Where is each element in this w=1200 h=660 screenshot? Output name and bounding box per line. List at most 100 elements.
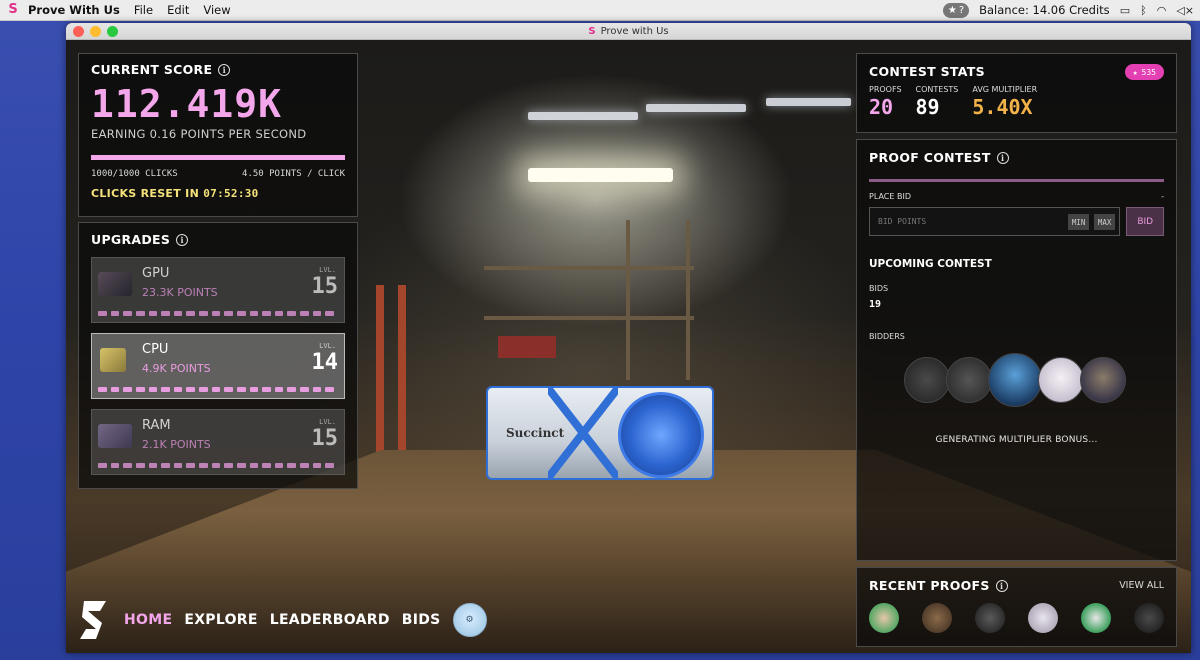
multiplier-value: 5.40X bbox=[972, 95, 1033, 119]
upcoming-contest-title: UPCOMING CONTEST bbox=[869, 258, 992, 270]
gpu-brand-label: Succinct bbox=[506, 426, 565, 440]
menu-view[interactable]: View bbox=[203, 3, 230, 17]
wifi-icon[interactable]: ◠ bbox=[1157, 4, 1167, 17]
ram-icon bbox=[98, 424, 132, 448]
recent-proof-avatars bbox=[869, 603, 1164, 633]
clicks-progress-bar bbox=[91, 155, 345, 160]
upgrade-points: 2.1K POINTS bbox=[142, 438, 211, 451]
generating-multiplier-status: GENERATING MULTIPLIER BONUS... bbox=[935, 435, 1098, 445]
bid-button[interactable]: BID bbox=[1126, 207, 1164, 236]
minimize-window-button[interactable] bbox=[90, 26, 101, 37]
bid-min-button[interactable]: MIN bbox=[1067, 214, 1090, 230]
upgrade-points: 4.9K POINTS bbox=[142, 362, 211, 375]
level-label: LVL. bbox=[319, 266, 336, 274]
info-icon[interactable]: i bbox=[176, 233, 189, 246]
upgrades-title-text: UPGRADES bbox=[91, 232, 171, 247]
upgrade-level: 15 bbox=[311, 274, 339, 299]
bidders-avatars bbox=[869, 353, 1164, 407]
ceiling-light-icon bbox=[766, 98, 851, 106]
nav-home[interactable]: HOME bbox=[124, 612, 172, 628]
clicks-count: 1000/1000 CLICKS bbox=[91, 169, 178, 179]
gpu-fan-icon bbox=[618, 392, 704, 478]
nav-bids[interactable]: BIDS bbox=[402, 612, 441, 628]
window-titlebar[interactable]: S Prove with Us bbox=[66, 23, 1191, 40]
upgrades-title: UPGRADES i bbox=[91, 232, 345, 247]
nav-leaderboard[interactable]: LEADERBOARD bbox=[270, 612, 390, 628]
menu-app-name[interactable]: Prove With Us bbox=[28, 3, 120, 17]
star-count-badge[interactable]: ★ 535 bbox=[1124, 64, 1164, 80]
recent-proofs-header: RECENT PROOFS i VIEW ALL bbox=[869, 578, 1164, 593]
star-help-pill[interactable]: ★? bbox=[942, 2, 970, 18]
info-icon[interactable]: i bbox=[218, 63, 231, 76]
reset-timer: 07:52:30 bbox=[203, 187, 259, 200]
contests-label: CONTESTS bbox=[915, 85, 959, 94]
points-per-click: 4.50 POINTS / CLICK bbox=[242, 169, 345, 179]
score-title: CURRENT SCORE i bbox=[91, 62, 345, 77]
shelf bbox=[686, 220, 690, 380]
app-logo-icon[interactable]: S bbox=[6, 3, 20, 17]
stat-proofs: PROOFS 20 bbox=[869, 85, 902, 119]
clicks-row: 1000/1000 CLICKS 4.50 POINTS / CLICK bbox=[91, 169, 345, 179]
bluetooth-icon[interactable]: ᛒ bbox=[1140, 4, 1147, 17]
title-logo-icon: S bbox=[588, 25, 596, 37]
contest-stats-title: CONTEST STATS bbox=[869, 64, 985, 79]
earning-rate: EARNING 0.16 POINTS PER SECOND bbox=[91, 127, 307, 141]
upgrade-gpu[interactable]: GPU 23.3K POINTS LVL. 15 bbox=[91, 257, 345, 323]
avatar[interactable] bbox=[869, 603, 899, 633]
upgrade-cpu[interactable]: CPU 4.9K POINTS LVL. 14 bbox=[91, 333, 345, 399]
proof-contest-title-text: PROOF CONTEST bbox=[869, 150, 991, 165]
contests-value: 89 bbox=[915, 95, 940, 119]
battery-icon[interactable]: ▭ bbox=[1120, 4, 1130, 17]
lamp-icon bbox=[528, 168, 673, 182]
avatar[interactable] bbox=[975, 603, 1005, 633]
current-score-panel: CURRENT SCORE i 112.419K EARNING 0.16 PO… bbox=[78, 53, 358, 217]
volume-muted-icon[interactable]: ◁× bbox=[1176, 4, 1194, 17]
proof-contest-panel: PROOF CONTEST i PLACE BID - BID POINTS M… bbox=[856, 139, 1177, 561]
pill-label: ? bbox=[958, 4, 965, 16]
upgrade-points: 23.3K POINTS bbox=[142, 286, 218, 299]
close-window-button[interactable] bbox=[73, 26, 84, 37]
reset-label: CLICKS RESET IN bbox=[91, 187, 200, 200]
avatar[interactable] bbox=[1028, 603, 1058, 633]
avatar[interactable] bbox=[1079, 357, 1126, 403]
upgrade-name: RAM bbox=[142, 418, 171, 433]
menubar-status: ★? Balance: 14.06 Credits ▭ ᛒ ◠ ◁× bbox=[942, 2, 1194, 18]
ceiling-light-icon bbox=[646, 104, 746, 112]
bid-max-button[interactable]: MAX bbox=[1093, 214, 1116, 230]
window-title: Prove with Us bbox=[600, 25, 669, 37]
info-icon[interactable]: i bbox=[996, 151, 1009, 164]
avatar[interactable] bbox=[1134, 603, 1164, 633]
bid-points-input[interactable]: BID POINTS MIN MAX bbox=[869, 207, 1121, 236]
star-icon: ★ bbox=[947, 4, 957, 16]
avatar[interactable] bbox=[945, 357, 992, 403]
zoom-window-button[interactable] bbox=[107, 26, 118, 37]
view-all-link[interactable]: VIEW ALL bbox=[1119, 580, 1164, 591]
place-bid-row: PLACE BID - bbox=[869, 192, 1164, 201]
profile-avatar[interactable]: ⚙ bbox=[452, 603, 487, 637]
shelf bbox=[484, 316, 694, 320]
upgrade-ram[interactable]: RAM 2.1K POINTS LVL. 15 bbox=[91, 409, 345, 475]
level-label: LVL. bbox=[319, 342, 336, 350]
star-icon: ★ bbox=[1132, 67, 1138, 77]
multiplier-label: AVG MULTIPLIER bbox=[972, 85, 1038, 94]
avatar[interactable] bbox=[1037, 357, 1084, 403]
menu-edit[interactable]: Edit bbox=[167, 3, 189, 17]
avatar[interactable] bbox=[987, 353, 1042, 407]
gpu-card-icon[interactable]: Succinct bbox=[486, 386, 714, 480]
bottom-nav: HOME EXPLORE LEADERBOARD BIDS ⚙ bbox=[76, 599, 487, 641]
avatar[interactable] bbox=[1081, 603, 1111, 633]
upgrade-level: 15 bbox=[311, 426, 339, 451]
score-value: 112.419K bbox=[91, 82, 283, 126]
bids-label: BIDS bbox=[869, 284, 889, 293]
app-window: S Prove with Us Succinct CURRENT SCORE i… bbox=[66, 23, 1191, 653]
nav-explore[interactable]: EXPLORE bbox=[184, 612, 257, 628]
avatar[interactable] bbox=[903, 357, 950, 403]
succinct-logo-icon[interactable] bbox=[76, 599, 110, 641]
avatar[interactable] bbox=[922, 603, 952, 633]
place-bid-label: PLACE BID bbox=[869, 192, 911, 201]
info-icon[interactable]: i bbox=[995, 579, 1008, 592]
upgrade-progress-dashes bbox=[98, 311, 334, 316]
upgrade-name: GPU bbox=[142, 266, 170, 281]
menu-file[interactable]: File bbox=[134, 3, 153, 17]
recent-proofs-title: RECENT PROOFS i bbox=[869, 578, 1008, 593]
